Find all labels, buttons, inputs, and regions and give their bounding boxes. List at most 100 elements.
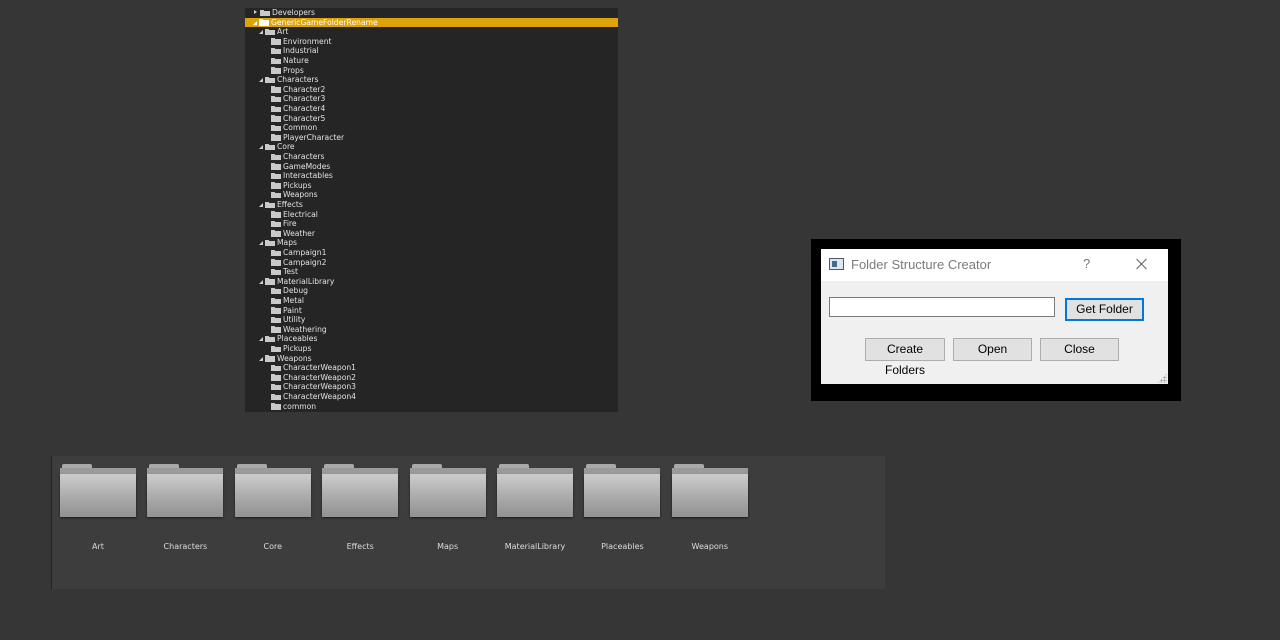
tree-item-label: CharacterWeapon3 bbox=[283, 382, 356, 392]
title-bar[interactable]: Folder Structure Creator ? bbox=[821, 249, 1168, 281]
folder-icon bbox=[271, 345, 281, 353]
folder-icon bbox=[271, 124, 281, 132]
folder-tile[interactable]: Characters bbox=[141, 456, 229, 589]
tree-item-label: Character3 bbox=[283, 94, 326, 104]
folder-icon bbox=[271, 297, 281, 305]
folder-icon bbox=[271, 191, 281, 199]
tree-item[interactable]: Campaign1 bbox=[245, 248, 618, 258]
collapse-arrow-icon[interactable] bbox=[253, 20, 257, 25]
create-folders-button[interactable]: Create Folders bbox=[865, 338, 945, 377]
tree-item-developers[interactable]: Developers bbox=[245, 8, 618, 18]
tree-item[interactable]: Debug bbox=[245, 286, 618, 296]
get-folder-button[interactable]: Get Folder bbox=[1065, 298, 1144, 321]
tree-item[interactable]: Weather bbox=[245, 229, 618, 239]
tree-item[interactable]: Interactables bbox=[245, 171, 618, 181]
tree-item[interactable]: Test bbox=[245, 267, 618, 277]
tree-item[interactable]: MaterialLibrary bbox=[245, 277, 618, 287]
tree-item[interactable]: Weapons bbox=[245, 354, 618, 364]
folder-icon bbox=[271, 115, 281, 122]
tree-item[interactable]: Common bbox=[245, 123, 618, 133]
tree-item-label: Test bbox=[283, 267, 298, 277]
tree-item-label: Art bbox=[277, 27, 289, 37]
tree-item[interactable]: Core bbox=[245, 142, 618, 152]
tree-item[interactable]: Pickups bbox=[245, 181, 618, 191]
tree-item-label: PlayerCharacter bbox=[283, 132, 345, 142]
folder-open-icon bbox=[265, 143, 275, 151]
tree-item[interactable]: Maps bbox=[245, 238, 618, 248]
tree-item[interactable]: Metal bbox=[245, 296, 618, 306]
folder-tile[interactable]: Placeables bbox=[578, 456, 666, 589]
tree-item[interactable]: CharacterWeapon2 bbox=[245, 373, 618, 383]
tree-item[interactable]: Campaign2 bbox=[245, 258, 618, 268]
folder-icon bbox=[271, 259, 281, 266]
tree-item[interactable]: Pickups bbox=[245, 344, 618, 354]
tree-item[interactable]: Placeables bbox=[245, 334, 618, 344]
folder-tile[interactable]: Core bbox=[229, 456, 317, 589]
folder-path-input[interactable] bbox=[829, 297, 1055, 317]
tree-item[interactable]: CharacterWeapon3 bbox=[245, 382, 618, 392]
folder-tile-label: Effects bbox=[346, 542, 374, 551]
tree-item[interactable]: Industrial bbox=[245, 46, 618, 56]
tree-item[interactable]: Character5 bbox=[245, 114, 618, 124]
collapse-arrow-icon[interactable] bbox=[259, 356, 263, 361]
tree-item-label: Pickups bbox=[283, 180, 312, 190]
collapse-arrow-icon[interactable] bbox=[259, 30, 263, 35]
tree-item[interactable]: Weathering bbox=[245, 325, 618, 335]
tree-item-label: Utility bbox=[283, 315, 306, 325]
folder-open-icon bbox=[265, 355, 275, 362]
tree-item[interactable]: Paint bbox=[245, 306, 618, 316]
collapse-arrow-icon[interactable] bbox=[259, 203, 263, 207]
collapse-arrow-icon[interactable] bbox=[259, 279, 263, 284]
close-button[interactable]: Close bbox=[1040, 338, 1119, 361]
tree-item[interactable]: Character2 bbox=[245, 85, 618, 95]
tree-item[interactable]: CharacterWeapon4 bbox=[245, 392, 618, 402]
tree-item-root-selected[interactable]: GenericGameFolderRename bbox=[245, 17, 618, 28]
folder-tree: Developers GenericGameFolderRename Art En… bbox=[245, 8, 618, 412]
folder-icon bbox=[271, 95, 281, 103]
tree-item[interactable]: Effects bbox=[245, 200, 618, 210]
tree-item[interactable]: Character4 bbox=[245, 104, 618, 114]
close-icon[interactable] bbox=[1132, 254, 1152, 274]
folder-tile[interactable]: Weapons bbox=[666, 456, 754, 589]
tree-item[interactable]: Character3 bbox=[245, 94, 618, 104]
folder-open-icon bbox=[259, 19, 269, 26]
folder-icon bbox=[271, 249, 281, 257]
collapse-arrow-icon[interactable] bbox=[259, 337, 263, 342]
tree-item[interactable]: common bbox=[245, 402, 618, 412]
folder-tile[interactable]: Art bbox=[54, 456, 142, 589]
folder-tile[interactable]: MaterialLibrary bbox=[491, 456, 579, 589]
tree-item[interactable]: Environment bbox=[245, 37, 618, 47]
folder-icon bbox=[60, 464, 136, 517]
open-button[interactable]: Open bbox=[953, 338, 1032, 361]
collapse-arrow-icon[interactable] bbox=[259, 241, 263, 246]
tree-item[interactable]: GameModes bbox=[245, 162, 618, 172]
folder-tile[interactable]: Effects bbox=[316, 456, 404, 589]
resize-grip-icon[interactable] bbox=[1157, 373, 1167, 383]
tree-item-label: Placeables bbox=[277, 334, 318, 344]
tree-item-label: Nature bbox=[283, 56, 309, 65]
tree-item[interactable]: Characters bbox=[245, 152, 618, 162]
tree-item[interactable]: Fire bbox=[245, 219, 618, 229]
expand-arrow-icon[interactable] bbox=[254, 10, 257, 14]
help-button[interactable]: ? bbox=[1083, 256, 1090, 271]
tree-item-label: GameModes bbox=[283, 161, 331, 171]
folder-icon bbox=[271, 230, 281, 237]
folder-icon bbox=[271, 86, 281, 93]
tree-item[interactable]: CharacterWeapon1 bbox=[245, 363, 618, 373]
tree-item-label: Common bbox=[283, 123, 318, 133]
tree-item[interactable]: Nature bbox=[245, 56, 618, 66]
collapse-arrow-icon[interactable] bbox=[259, 78, 263, 83]
folder-icon bbox=[271, 153, 281, 161]
folder-open-icon bbox=[265, 28, 275, 36]
tree-item[interactable]: Weapons bbox=[245, 190, 618, 200]
tree-item-label: GenericGameFolderRename bbox=[271, 17, 378, 27]
tree-item[interactable]: Art bbox=[245, 27, 618, 37]
tree-item[interactable]: PlayerCharacter bbox=[245, 133, 618, 143]
folder-tile[interactable]: Maps bbox=[404, 456, 492, 589]
tree-item[interactable]: Utility bbox=[245, 315, 618, 325]
folder-icon bbox=[497, 464, 573, 517]
tree-item[interactable]: Props bbox=[245, 66, 618, 76]
collapse-arrow-icon[interactable] bbox=[259, 145, 263, 150]
tree-item[interactable]: Characters bbox=[245, 75, 618, 85]
tree-item[interactable]: Electrical bbox=[245, 210, 618, 220]
